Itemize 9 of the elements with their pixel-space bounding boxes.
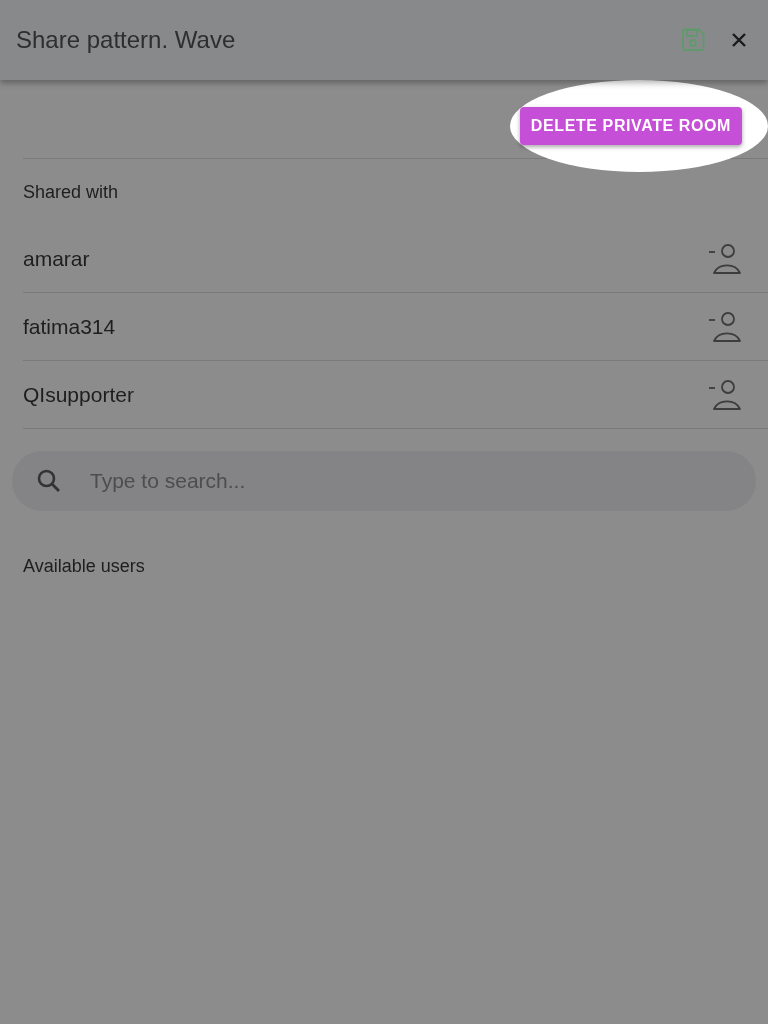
- delete-room-button[interactable]: DELETE PRIVATE ROOM: [519, 107, 742, 145]
- section-heading: Available users: [22, 555, 146, 578]
- user-name: fatima314: [23, 313, 117, 340]
- user-name: amarar: [23, 245, 91, 272]
- section-heading: Shared with: [22, 181, 120, 204]
- search-field[interactable]: Type to search...: [12, 451, 756, 511]
- user-name: QIsupporter: [23, 381, 135, 408]
- search-icon: [36, 468, 62, 494]
- dialog-title: Share pattern. Wave: [16, 25, 237, 55]
